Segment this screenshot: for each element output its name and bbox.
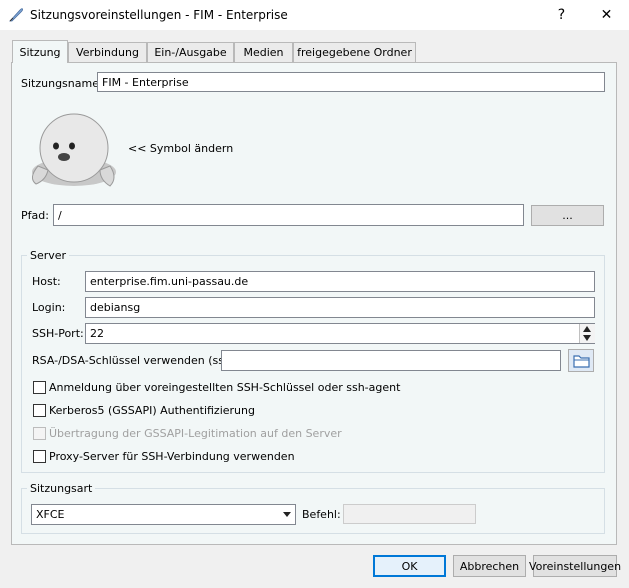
session-name-input[interactable]: FIM - Enterprise <box>97 72 605 92</box>
close-button[interactable]: ✕ <box>584 0 629 30</box>
window-title: Sitzungsvoreinstellungen - FIM - Enterpr… <box>30 8 288 22</box>
key-input[interactable] <box>221 350 561 371</box>
command-label: Befehl: <box>302 508 341 521</box>
proxy-checkbox[interactable] <box>33 450 46 463</box>
gssapi-delegation-checkbox <box>33 427 46 440</box>
kerberos-checkbox[interactable] <box>33 404 46 417</box>
help-button[interactable]: ? <box>539 0 584 30</box>
title-bar: Sitzungsvoreinstellungen - FIM - Enterpr… <box>0 0 629 30</box>
tab-freigegebene-ordner[interactable]: freigegebene Ordner <box>293 42 416 62</box>
chevron-down-icon[interactable] <box>283 512 291 517</box>
tab-sitzung[interactable]: Sitzung <box>12 40 68 63</box>
seal-icon[interactable] <box>24 106 118 190</box>
ssh-port-label: SSH-Port: <box>32 327 84 340</box>
tab-verbindung[interactable]: Verbindung <box>68 42 147 62</box>
defaults-button[interactable]: Voreinstellungen <box>529 555 621 577</box>
ssh-port-spinbox[interactable]: 22 <box>85 323 595 344</box>
login-input[interactable]: debiansg <box>85 297 595 318</box>
key-label: RSA-/DSA-Schlüssel verwenden (ssh): <box>32 354 239 367</box>
session-name-label: Sitzungsname: <box>21 77 103 90</box>
session-type-legend: Sitzungsart <box>27 482 96 495</box>
port-spin-buttons[interactable] <box>579 324 595 343</box>
server-legend: Server <box>27 249 70 262</box>
quill-pen-icon <box>9 8 23 22</box>
proxy-label: Proxy-Server für SSH-Verbindung verwende… <box>49 450 295 463</box>
folder-icon <box>573 355 590 368</box>
ssh-port-value: 22 <box>90 327 104 340</box>
host-input[interactable]: enterprise.fim.uni-passau.de <box>85 271 595 292</box>
path-browse-button[interactable]: ... <box>531 205 604 226</box>
tab-ein-ausgabe[interactable]: Ein-/Ausgabe <box>147 42 234 62</box>
session-type-select[interactable]: XFCE <box>31 504 296 525</box>
ssh-agent-label: Anmeldung über voreingestellten SSH-Schl… <box>49 381 401 394</box>
kerberos-label: Kerberos5 (GSSAPI) Authentifizierung <box>49 404 255 417</box>
tab-medien[interactable]: Medien <box>234 42 293 62</box>
host-label: Host: <box>32 275 61 288</box>
spin-down-icon[interactable] <box>583 335 591 341</box>
path-label: Pfad: <box>21 209 49 222</box>
ssh-agent-checkbox[interactable] <box>33 381 46 394</box>
gssapi-delegation-label: Übertragung der GSSAPI-Legitimation auf … <box>49 427 342 440</box>
change-icon-link[interactable]: << Symbol ändern <box>128 142 233 155</box>
cancel-button[interactable]: Abbrechen <box>453 555 526 577</box>
spin-up-icon[interactable] <box>583 326 591 332</box>
session-type-value: XFCE <box>36 508 65 521</box>
path-input[interactable]: / <box>53 204 524 226</box>
login-label: Login: <box>32 301 66 314</box>
key-browse-button[interactable] <box>568 349 594 372</box>
command-input <box>343 504 476 524</box>
ok-button[interactable]: OK <box>373 555 446 577</box>
